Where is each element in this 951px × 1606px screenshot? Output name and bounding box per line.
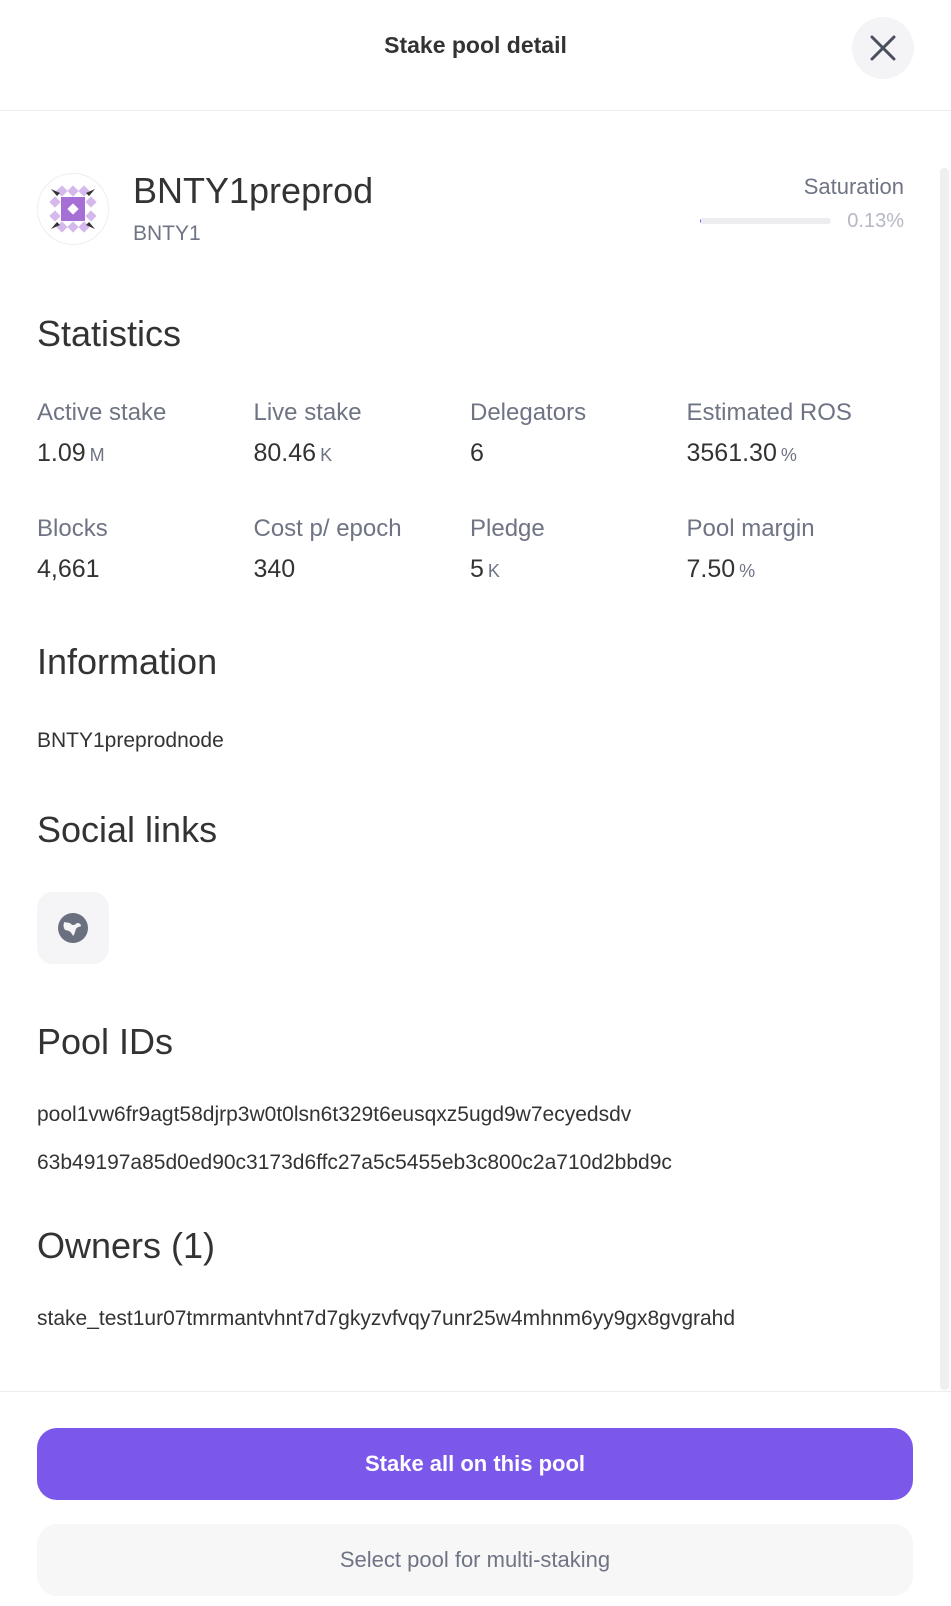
stat-active-stake: Active stake 1.09 M	[37, 399, 247, 468]
stake-all-button[interactable]: Stake all on this pool	[37, 1428, 913, 1500]
page-title: Stake pool detail	[384, 32, 567, 58]
pool-id-bech32: pool1vw6fr9agt58djrp3w0t0lsn6t329t6eusqx…	[37, 1103, 632, 1126]
information-heading: Information	[37, 641, 218, 682]
pool-ids-heading: Pool IDs	[37, 1021, 174, 1062]
stat-number: 5	[470, 555, 484, 583]
stat-label: Pledge	[470, 515, 545, 542]
stat-value: 3561.30%	[687, 439, 897, 468]
stat-delegators: Delegators 6	[470, 399, 680, 468]
owners-heading: Owners (1)	[37, 1225, 216, 1266]
stat-value: 4,661	[37, 555, 247, 584]
owner-address: stake_test1ur07tmrmantvhnt7d7gkyzvfvqy7u…	[37, 1307, 736, 1330]
stat-value: 1.09 M	[37, 439, 247, 468]
saturation-value: 0.13%	[847, 210, 904, 232]
stat-value: 5K	[470, 555, 680, 584]
stat-unit: K	[320, 445, 333, 465]
close-button[interactable]	[852, 17, 914, 79]
stat-unit: K	[487, 561, 500, 581]
saturation-bar	[700, 218, 831, 224]
globe-icon	[58, 913, 88, 943]
stat-number: 4,661	[37, 555, 100, 583]
information-text: BNTY1preprodnode	[37, 729, 224, 752]
stat-value: 7.50%	[687, 555, 897, 584]
close-icon	[870, 35, 896, 61]
footer-divider	[0, 1391, 951, 1392]
stat-number: 80.46	[253, 439, 317, 467]
stat-value: 340	[254, 555, 464, 584]
stat-number: 340	[253, 555, 296, 583]
stat-label: Cost p/ epoch	[253, 515, 402, 542]
stat-estimated-ros: Estimated ROS 3561.30%	[687, 399, 897, 468]
stat-value: 80.46 K	[254, 439, 464, 468]
stat-number: 1.09	[37, 439, 86, 467]
stat-unit: %	[780, 445, 797, 465]
stat-label: Delegators	[470, 399, 587, 426]
stat-pool-margin: Pool margin 7.50%	[687, 515, 897, 584]
stat-pledge: Pledge 5 K	[470, 515, 680, 584]
website-link-button[interactable]	[37, 892, 109, 964]
stat-label: Active stake	[37, 399, 167, 426]
stat-value: 6	[470, 439, 680, 468]
pool-ticker: BNTY1	[133, 222, 201, 245]
stat-number: 3561.30	[686, 439, 777, 467]
stat-blocks: Blocks 4,661	[37, 515, 247, 584]
stat-label: Live stake	[253, 399, 362, 426]
stat-number: 6	[470, 439, 484, 467]
pool-name: BNTY1preprod	[133, 170, 374, 211]
multi-staking-button[interactable]: Select pool for multi-staking	[37, 1524, 913, 1596]
pool-avatar	[37, 173, 109, 245]
saturation-label: Saturation	[803, 174, 904, 199]
stat-unit: M	[89, 445, 105, 465]
stat-live-stake: Live stake 80.46 K	[254, 399, 464, 468]
stat-label: Pool margin	[686, 515, 815, 542]
scrollbar[interactable]	[940, 168, 949, 1390]
stat-unit: %	[739, 561, 756, 581]
social-links-heading: Social links	[37, 809, 218, 850]
stat-cost-p-epoch: Cost p/ epoch 340	[254, 515, 464, 584]
stat-label: Blocks	[37, 515, 108, 542]
pool-id-hex: 63b49197a85d0ed90c3173d6ffc27a5c5455eb3c…	[37, 1151, 672, 1174]
statistics-heading: Statistics	[37, 313, 182, 354]
stat-number: 7.50	[686, 555, 736, 583]
stat-label: Estimated ROS	[686, 399, 852, 426]
